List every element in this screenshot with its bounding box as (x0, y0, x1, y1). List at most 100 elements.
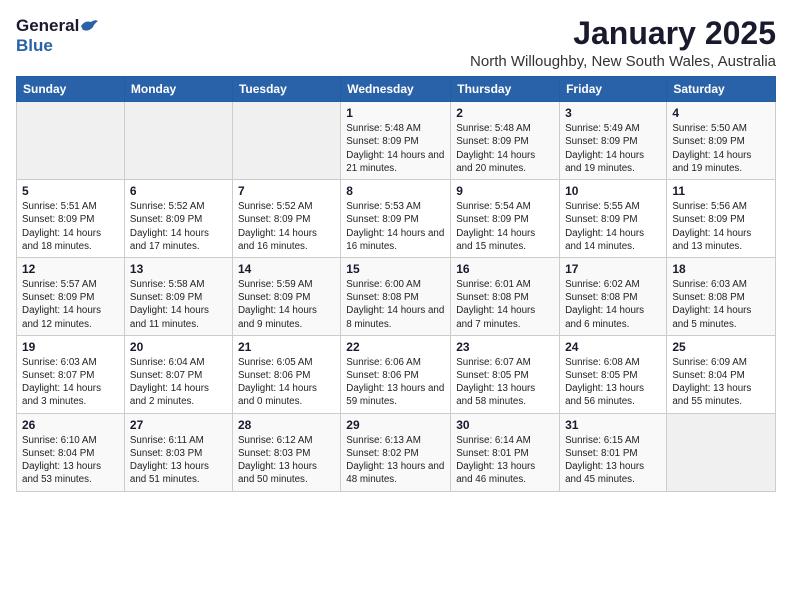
day-number: 31 (565, 418, 661, 432)
calendar-cell: 18 Sunrise: 6:03 AM Sunset: 8:08 PM Dayli… (667, 257, 776, 335)
calendar-cell: 31 Sunrise: 6:15 AM Sunset: 8:01 PM Dayli… (560, 413, 667, 491)
day-info: Sunrise: 5:59 AM Sunset: 8:09 PM Dayligh… (238, 278, 335, 331)
calendar-cell: 4 Sunrise: 5:50 AM Sunset: 8:09 PM Daylig… (667, 102, 776, 180)
calendar-cell: 10Sunrise: 5:55 AM Sunset: 8:09 PM Dayli… (560, 180, 667, 258)
day-info: Sunrise: 6:04 AM Sunset: 8:07 PM Dayligh… (130, 356, 227, 409)
calendar-cell: 25 Sunrise: 6:09 AM Sunset: 8:04 PM Dayli… (667, 335, 776, 413)
day-info: Sunrise: 5:53 AM Sunset: 8:09 PM Dayligh… (346, 200, 445, 253)
day-number: 19 (22, 340, 119, 354)
day-info: Sunrise: 6:03 AM Sunset: 8:07 PM Dayligh… (22, 356, 119, 409)
day-number: 30 (456, 418, 554, 432)
calendar-cell: 19 Sunrise: 6:03 AM Sunset: 8:07 PM Dayli… (17, 335, 125, 413)
day-number: 29 (346, 418, 445, 432)
day-number: 25 (672, 340, 770, 354)
weekday-header-wednesday: Wednesday (341, 77, 451, 102)
calendar-cell: 24 Sunrise: 6:08 AM Sunset: 8:05 PM Dayli… (560, 335, 667, 413)
day-number: 27 (130, 418, 227, 432)
calendar-cell: 26 Sunrise: 6:10 AM Sunset: 8:04 PM Dayli… (17, 413, 125, 491)
logo-bird-icon (79, 18, 99, 34)
calendar-cell (667, 413, 776, 491)
day-info: Sunrise: 6:03 AM Sunset: 8:08 PM Dayligh… (672, 278, 770, 331)
calendar-cell: 9Sunrise: 5:54 AM Sunset: 8:09 PM Daylig… (451, 180, 560, 258)
calendar-cell: 5 Sunrise: 5:51 AM Sunset: 8:09 PM Daylig… (17, 180, 125, 258)
calendar-cell: 21Sunrise: 6:05 AM Sunset: 8:06 PM Dayli… (232, 335, 340, 413)
calendar-week-row: 26 Sunrise: 6:10 AM Sunset: 8:04 PM Dayli… (17, 413, 776, 491)
title-block: January 2025 North Willoughby, New South… (470, 16, 776, 70)
day-number: 1 (346, 106, 445, 120)
calendar-cell: 15Sunrise: 6:00 AM Sunset: 8:08 PM Dayli… (341, 257, 451, 335)
calendar-cell: 22Sunrise: 6:06 AM Sunset: 8:06 PM Dayli… (341, 335, 451, 413)
calendar-cell: 13Sunrise: 5:58 AM Sunset: 8:09 PM Dayli… (124, 257, 232, 335)
calendar-week-row: 1 Sunrise: 5:48 AM Sunset: 8:09 PM Daylig… (17, 102, 776, 180)
weekday-header-friday: Friday (560, 77, 667, 102)
weekday-header-tuesday: Tuesday (232, 77, 340, 102)
day-number: 5 (22, 184, 119, 198)
day-number: 18 (672, 262, 770, 276)
day-info: Sunrise: 6:07 AM Sunset: 8:05 PM Dayligh… (456, 356, 554, 409)
day-number: 11 (672, 184, 770, 198)
day-number: 17 (565, 262, 661, 276)
calendar-cell: 23 Sunrise: 6:07 AM Sunset: 8:05 PM Dayli… (451, 335, 560, 413)
day-info: Sunrise: 6:13 AM Sunset: 8:02 PM Dayligh… (346, 434, 445, 487)
weekday-header-monday: Monday (124, 77, 232, 102)
day-info: Sunrise: 6:05 AM Sunset: 8:06 PM Dayligh… (238, 356, 335, 409)
day-number: 24 (565, 340, 661, 354)
day-number: 6 (130, 184, 227, 198)
day-info: Sunrise: 6:10 AM Sunset: 8:04 PM Dayligh… (22, 434, 119, 487)
calendar-cell: 12Sunrise: 5:57 AM Sunset: 8:09 PM Dayli… (17, 257, 125, 335)
calendar-cell: 20 Sunrise: 6:04 AM Sunset: 8:07 PM Dayli… (124, 335, 232, 413)
day-info: Sunrise: 6:06 AM Sunset: 8:06 PM Dayligh… (346, 356, 445, 409)
logo-blue-text: Blue (16, 36, 99, 56)
day-info: Sunrise: 6:15 AM Sunset: 8:01 PM Dayligh… (565, 434, 661, 487)
day-number: 3 (565, 106, 661, 120)
day-info: Sunrise: 6:01 AM Sunset: 8:08 PM Dayligh… (456, 278, 554, 331)
day-info: Sunrise: 6:02 AM Sunset: 8:08 PM Dayligh… (565, 278, 661, 331)
calendar-table: SundayMondayTuesdayWednesdayThursdayFrid… (16, 76, 776, 491)
day-number: 4 (672, 106, 770, 120)
calendar-header: SundayMondayTuesdayWednesdayThursdayFrid… (17, 77, 776, 102)
calendar-cell: 11 Sunrise: 5:56 AM Sunset: 8:09 PM Dayli… (667, 180, 776, 258)
day-info: Sunrise: 5:52 AM Sunset: 8:09 PM Dayligh… (238, 200, 335, 253)
weekday-header-row: SundayMondayTuesdayWednesdayThursdayFrid… (17, 77, 776, 102)
day-info: Sunrise: 6:09 AM Sunset: 8:04 PM Dayligh… (672, 356, 770, 409)
calendar-cell: 1 Sunrise: 5:48 AM Sunset: 8:09 PM Daylig… (341, 102, 451, 180)
day-number: 20 (130, 340, 227, 354)
day-info: Sunrise: 6:11 AM Sunset: 8:03 PM Dayligh… (130, 434, 227, 487)
day-info: Sunrise: 5:52 AM Sunset: 8:09 PM Dayligh… (130, 200, 227, 253)
day-number: 23 (456, 340, 554, 354)
weekday-header-thursday: Thursday (451, 77, 560, 102)
calendar-cell: 7Sunrise: 5:52 AM Sunset: 8:09 PM Daylig… (232, 180, 340, 258)
calendar-week-row: 5 Sunrise: 5:51 AM Sunset: 8:09 PM Daylig… (17, 180, 776, 258)
weekday-header-saturday: Saturday (667, 77, 776, 102)
day-number: 16 (456, 262, 554, 276)
calendar-week-row: 19 Sunrise: 6:03 AM Sunset: 8:07 PM Dayli… (17, 335, 776, 413)
day-info: Sunrise: 6:12 AM Sunset: 8:03 PM Dayligh… (238, 434, 335, 487)
calendar-cell (232, 102, 340, 180)
calendar-week-row: 12Sunrise: 5:57 AM Sunset: 8:09 PM Dayli… (17, 257, 776, 335)
day-info: Sunrise: 5:58 AM Sunset: 8:09 PM Dayligh… (130, 278, 227, 331)
calendar-cell: 27 Sunrise: 6:11 AM Sunset: 8:03 PM Dayli… (124, 413, 232, 491)
day-info: Sunrise: 6:08 AM Sunset: 8:05 PM Dayligh… (565, 356, 661, 409)
location-subtitle: North Willoughby, New South Wales, Austr… (470, 53, 776, 70)
day-info: Sunrise: 6:14 AM Sunset: 8:01 PM Dayligh… (456, 434, 554, 487)
day-info: Sunrise: 5:56 AM Sunset: 8:09 PM Dayligh… (672, 200, 770, 253)
calendar-cell (124, 102, 232, 180)
calendar-cell (17, 102, 125, 180)
calendar-cell: 2Sunrise: 5:48 AM Sunset: 8:09 PM Daylig… (451, 102, 560, 180)
calendar-cell: 30 Sunrise: 6:14 AM Sunset: 8:01 PM Dayli… (451, 413, 560, 491)
calendar-cell: 8Sunrise: 5:53 AM Sunset: 8:09 PM Daylig… (341, 180, 451, 258)
calendar-cell: 14Sunrise: 5:59 AM Sunset: 8:09 PM Dayli… (232, 257, 340, 335)
day-number: 28 (238, 418, 335, 432)
calendar-cell: 3Sunrise: 5:49 AM Sunset: 8:09 PM Daylig… (560, 102, 667, 180)
logo: General Blue (16, 16, 99, 57)
calendar-cell: 16 Sunrise: 6:01 AM Sunset: 8:08 PM Dayli… (451, 257, 560, 335)
day-info: Sunrise: 5:48 AM Sunset: 8:09 PM Dayligh… (346, 122, 445, 175)
calendar-body: 1 Sunrise: 5:48 AM Sunset: 8:09 PM Daylig… (17, 102, 776, 491)
header: General Blue January 2025 North Willough… (16, 16, 776, 70)
day-number: 9 (456, 184, 554, 198)
day-number: 12 (22, 262, 119, 276)
day-number: 26 (22, 418, 119, 432)
day-info: Sunrise: 5:51 AM Sunset: 8:09 PM Dayligh… (22, 200, 119, 253)
day-info: Sunrise: 6:00 AM Sunset: 8:08 PM Dayligh… (346, 278, 445, 331)
day-info: Sunrise: 5:50 AM Sunset: 8:09 PM Dayligh… (672, 122, 770, 175)
